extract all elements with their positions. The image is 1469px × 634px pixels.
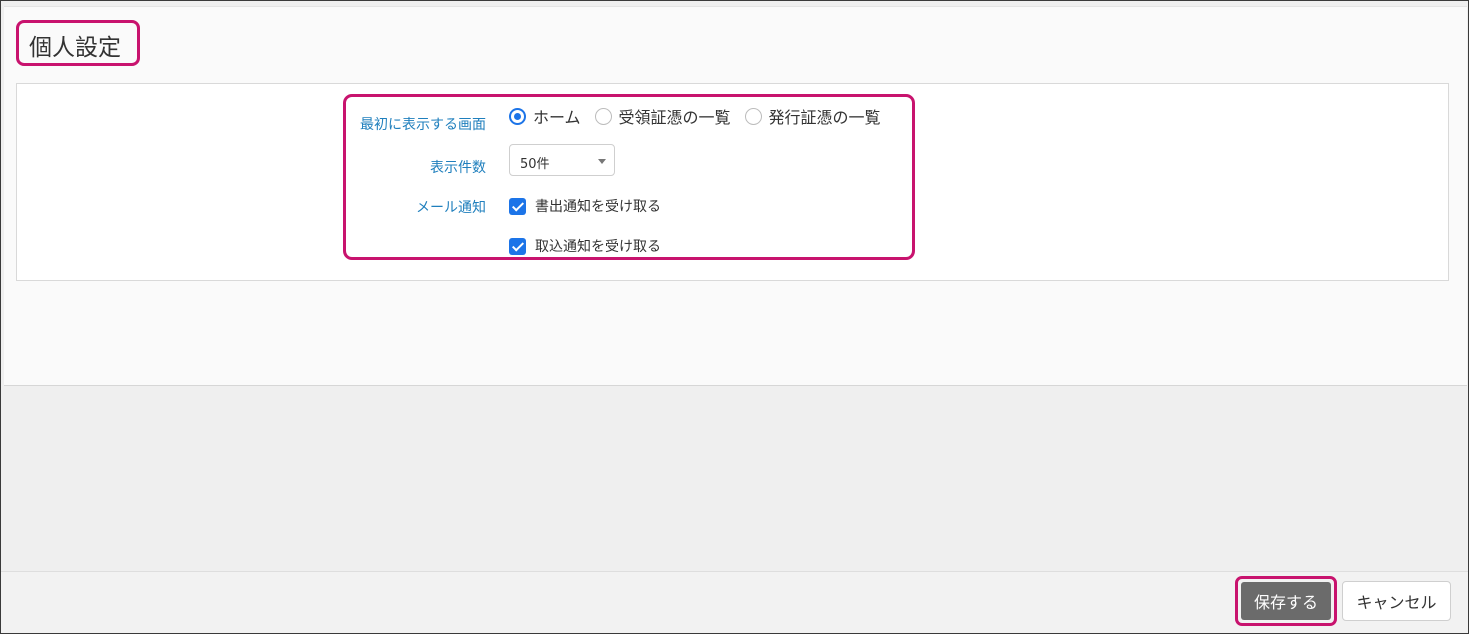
initial-screen-radio-group: ホーム 受領証憑の一覧 発行証憑の一覧	[509, 104, 895, 128]
radio-label-issued-vouchers: 発行証憑の一覧	[768, 108, 881, 127]
display-count-value: 50件	[520, 157, 550, 172]
radio-button[interactable]	[594, 107, 612, 125]
display-count-select[interactable]: 50件	[509, 144, 615, 176]
checkbox-checked-icon[interactable]	[509, 237, 526, 255]
caret-down-icon	[598, 159, 606, 164]
checkbox-label-import: 取込通知を受け取る	[535, 239, 661, 255]
settings-panel: 最初に表示する画面 ホーム 受領証憑の一覧 発行証憑の一覧 表示件数 50件 メ…	[16, 83, 1449, 281]
radio-home[interactable]: ホーム	[509, 104, 581, 128]
save-button-highlight: 保存する	[1235, 576, 1337, 626]
initial-screen-label: 最初に表示する画面	[360, 117, 486, 133]
page-title: 個人設定	[29, 35, 121, 61]
cancel-button[interactable]: キャンセル	[1342, 581, 1451, 621]
checkbox-label-export: 書出通知を受け取る	[535, 199, 661, 215]
window-frame: 個人設定 最初に表示する画面 ホーム 受領証憑の一覧 発行証憑の一覧 表示件数 …	[0, 0, 1469, 634]
display-count-label: 表示件数	[430, 160, 486, 176]
radio-received-vouchers[interactable]: 受領証憑の一覧	[594, 104, 731, 128]
mail-notification-label: メール通知	[416, 200, 486, 216]
radio-label-home: ホーム	[533, 108, 581, 127]
radio-button[interactable]	[744, 107, 762, 125]
radio-label-received-vouchers: 受領証憑の一覧	[618, 108, 731, 127]
page-title-highlight: 個人設定	[16, 20, 140, 66]
checkbox-checked-icon[interactable]	[509, 197, 526, 215]
radio-button-checked[interactable]	[509, 107, 526, 125]
save-button[interactable]: 保存する	[1241, 582, 1331, 620]
radio-issued-vouchers[interactable]: 発行証憑の一覧	[744, 104, 881, 128]
checkbox-import-notification[interactable]: 取込通知を受け取る	[509, 236, 661, 256]
checkbox-export-notification[interactable]: 書出通知を受け取る	[509, 196, 661, 216]
